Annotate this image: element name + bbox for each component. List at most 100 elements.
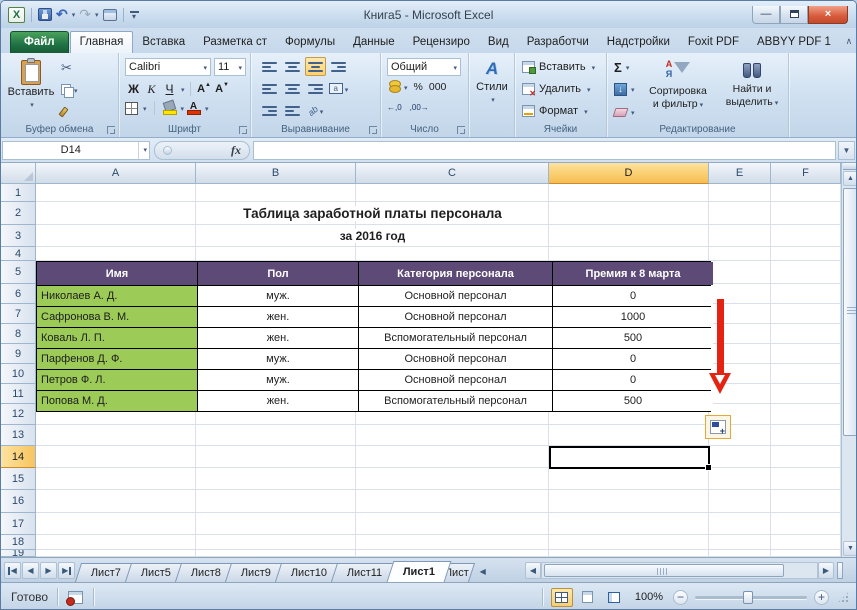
collapse-ribbon-icon[interactable]: ∧ bbox=[840, 34, 857, 49]
grid-row[interactable] bbox=[36, 247, 841, 261]
grid-row[interactable] bbox=[36, 446, 841, 468]
page-break-view-button[interactable] bbox=[603, 588, 625, 607]
column-header[interactable]: A bbox=[36, 163, 196, 184]
table-cell[interactable]: 500 bbox=[553, 391, 713, 411]
column-header[interactable]: C bbox=[356, 163, 549, 184]
table-cell[interactable]: Сафронова В. М. bbox=[37, 307, 197, 327]
zoom-slider-thumb[interactable] bbox=[743, 591, 753, 604]
font-size-combo[interactable]: 11 bbox=[214, 58, 246, 76]
clear-button[interactable] bbox=[614, 103, 635, 121]
wrap-text-button[interactable] bbox=[328, 57, 349, 76]
column-header[interactable]: D bbox=[549, 163, 709, 184]
row-header[interactable]: 16 bbox=[1, 490, 36, 513]
grid-row[interactable] bbox=[36, 184, 841, 202]
insert-cells-button[interactable]: Вставить bbox=[522, 58, 595, 76]
vertical-scroll-thumb[interactable] bbox=[843, 188, 857, 436]
scroll-right-icon[interactable]: ▶ bbox=[818, 562, 834, 579]
sheet-tab[interactable]: Лист1 bbox=[386, 561, 451, 582]
row-header[interactable]: 7 bbox=[1, 304, 36, 324]
delete-cells-button[interactable]: Удалить bbox=[522, 80, 591, 98]
scroll-down-icon[interactable]: ▼ bbox=[843, 541, 857, 556]
ribbon-tab[interactable]: Разработчи bbox=[518, 32, 598, 53]
page-layout-view-button[interactable] bbox=[577, 588, 599, 607]
align-right-button[interactable] bbox=[305, 79, 326, 98]
table-cell[interactable]: муж. bbox=[198, 370, 358, 390]
close-button[interactable]: × bbox=[808, 6, 848, 24]
table-cell[interactable]: Коваль Л. П. bbox=[37, 328, 197, 348]
table-cell[interactable]: жен. bbox=[198, 328, 358, 348]
table-cell[interactable]: жен. bbox=[198, 307, 358, 327]
decrease-indent-button[interactable] bbox=[259, 101, 280, 120]
table-header-cell[interactable]: Пол bbox=[198, 262, 358, 285]
table-cell[interactable]: жен. bbox=[198, 391, 358, 411]
ribbon-tab[interactable]: Foxit PDF bbox=[679, 32, 748, 53]
ribbon-tab[interactable]: ABBYY PDF 1 bbox=[748, 32, 840, 53]
table-cell[interactable]: Петров Ф. Л. bbox=[37, 370, 197, 390]
find-select-button[interactable]: Найти и выделить bbox=[717, 57, 787, 121]
column-header[interactable]: F bbox=[771, 163, 841, 184]
font-name-combo[interactable]: Calibri bbox=[125, 58, 211, 76]
decrease-font-button[interactable]: А▼ bbox=[214, 80, 231, 98]
first-sheet-icon[interactable]: ◀ bbox=[4, 562, 21, 579]
ribbon-tab[interactable]: Вставка bbox=[133, 32, 194, 53]
format-cells-button[interactable]: Формат bbox=[522, 102, 588, 120]
expand-formula-bar-icon[interactable]: ▼ bbox=[838, 141, 855, 160]
table-cell[interactable]: 0 bbox=[553, 286, 713, 306]
row-header[interactable]: 2 bbox=[1, 202, 36, 225]
fill-color-icon[interactable] bbox=[162, 101, 176, 115]
bold-button[interactable]: Ж bbox=[125, 80, 142, 98]
ribbon-tab[interactable]: Надстройки bbox=[598, 32, 679, 53]
merge-center-button[interactable] bbox=[328, 79, 349, 98]
macro-record-icon[interactable] bbox=[68, 591, 83, 604]
underline-button[interactable]: Ч bbox=[161, 80, 178, 98]
split-handle[interactable] bbox=[843, 163, 857, 170]
minimize-button[interactable]: — bbox=[752, 6, 780, 24]
table-cell[interactable]: муж. bbox=[198, 349, 358, 369]
row-header[interactable]: 6 bbox=[1, 284, 36, 304]
number-format-combo[interactable]: Общий bbox=[387, 58, 461, 76]
prev-sheet-icon[interactable]: ◀ bbox=[22, 562, 39, 579]
grid-row[interactable] bbox=[36, 535, 841, 550]
vertical-scrollbar[interactable]: ▲ ▼ bbox=[841, 163, 857, 557]
formula-input[interactable] bbox=[253, 141, 836, 160]
decrease-decimal-button[interactable]: ,00→ bbox=[410, 103, 429, 112]
currency-button[interactable] bbox=[387, 80, 408, 93]
align-center-button[interactable] bbox=[282, 79, 303, 98]
table-cell[interactable]: Вспомогательный персонал bbox=[359, 328, 552, 348]
select-all-corner[interactable] bbox=[1, 163, 36, 184]
save-icon[interactable] bbox=[38, 8, 52, 21]
grid-row[interactable] bbox=[36, 468, 841, 490]
italic-button[interactable]: К bbox=[143, 80, 160, 98]
font-color-icon[interactable]: А bbox=[187, 101, 200, 115]
table-cell[interactable]: Парфенов Д. Ф. bbox=[37, 349, 197, 369]
table-header-cell[interactable]: Имя bbox=[37, 262, 197, 285]
table-header-cell[interactable]: Категория персонала bbox=[359, 262, 552, 285]
scroll-left-icon[interactable]: ◀ bbox=[525, 562, 541, 579]
row-header[interactable]: 19 bbox=[1, 550, 36, 557]
align-middle-button[interactable] bbox=[282, 57, 303, 76]
table-cell[interactable]: 0 bbox=[553, 370, 713, 390]
grid-row[interactable] bbox=[36, 550, 841, 557]
table-cell[interactable]: Основной персонал bbox=[359, 349, 552, 369]
table-cell[interactable]: Основной персонал bbox=[359, 370, 552, 390]
row-header[interactable]: 9 bbox=[1, 344, 36, 364]
increase-font-button[interactable]: А▲ bbox=[196, 80, 213, 98]
tab-split-handle[interactable] bbox=[837, 562, 843, 579]
ribbon-tab[interactable]: Данные bbox=[344, 32, 404, 53]
row-header[interactable]: 12 bbox=[1, 404, 36, 425]
styles-button[interactable]: А Стили bbox=[471, 57, 513, 123]
restore-button[interactable] bbox=[780, 6, 808, 24]
insert-options-smart-tag[interactable] bbox=[705, 415, 731, 439]
ribbon-tab[interactable]: Файл bbox=[10, 31, 69, 53]
zoom-out-button[interactable]: − bbox=[673, 590, 688, 605]
next-sheet-icon[interactable]: ▶ bbox=[40, 562, 57, 579]
ribbon-tab[interactable]: Рецензиро bbox=[404, 32, 479, 53]
table-cell[interactable]: Основной персонал bbox=[359, 286, 552, 306]
zoom-level[interactable]: 100% bbox=[635, 591, 663, 603]
zoom-slider[interactable] bbox=[695, 596, 807, 599]
scroll-up-icon[interactable]: ▲ bbox=[843, 171, 857, 186]
resize-grip[interactable] bbox=[837, 591, 850, 604]
column-header[interactable]: E bbox=[709, 163, 771, 184]
format-painter-button[interactable] bbox=[61, 103, 78, 120]
ribbon-tab[interactable]: Вид bbox=[479, 32, 518, 53]
